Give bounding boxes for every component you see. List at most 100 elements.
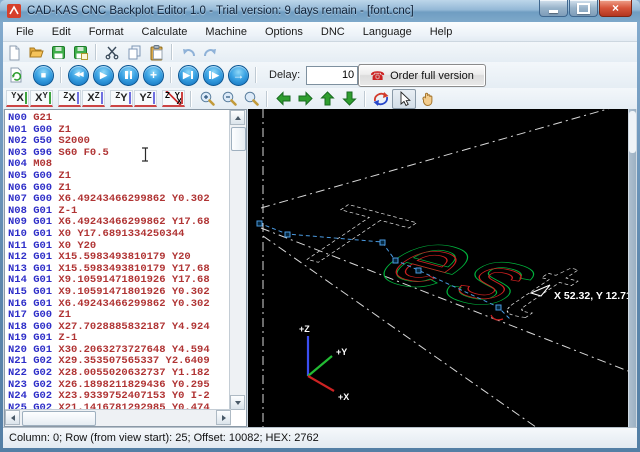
gcode-line[interactable]: N21 G02 X29.353507565337 Y2.6409 [8, 355, 229, 367]
editor-vertical-scrollbar[interactable] [229, 110, 246, 410]
view-zx-button[interactable]: ZX [58, 90, 81, 107]
gcode-line[interactable]: N07 G00 X6.49243466299862 Y0.302 [8, 193, 229, 205]
cut-button[interactable] [101, 43, 123, 61]
select-pointer-button[interactable] [392, 88, 416, 109]
horizontal-scroll-thumb[interactable] [22, 411, 96, 426]
pause-icon [125, 71, 128, 79]
menu-calculate[interactable]: Calculate [133, 24, 197, 40]
status-text: Column: 0; Row (from view start): 25; Of… [9, 432, 319, 444]
gcode-text-area[interactable]: N00 G21 N01 G00 Z1 N02 G50 S2000 N03 G96 S6… [8, 112, 229, 409]
gcode-line[interactable]: N10 G01 X0 Y17.6891334250344 [8, 228, 229, 240]
new-file-button[interactable] [3, 43, 25, 61]
save-file-button[interactable] [47, 43, 69, 61]
pan-up-button[interactable] [316, 90, 338, 108]
view-yx-button[interactable]: YX [6, 90, 29, 107]
gcode-line[interactable]: N18 G00 X27.7028885832187 Y4.924 [8, 321, 229, 333]
scroll-right-button[interactable] [216, 410, 231, 425]
scroll-down-button[interactable] [230, 395, 245, 410]
playback-toolbar: ■ ◀◀ ▶ + ▶ ▶ → Delay: ☎ Order full versi… [3, 62, 637, 88]
gcode-line[interactable]: N16 G01 X6.49243466299862 Y0.302 [8, 298, 229, 310]
gcode-line[interactable]: N12 G01 X15.5983493810179 Y20 [8, 251, 229, 263]
skip-to-end-button[interactable]: ▶ [178, 64, 199, 86]
pan-right-button[interactable] [294, 90, 316, 108]
gcode-line[interactable]: N05 G00 Z1 [8, 170, 229, 182]
viewport-scrollbar[interactable] [629, 109, 636, 428]
view-xy-button[interactable]: XY [30, 90, 53, 107]
maximize-button[interactable] [569, 0, 598, 17]
pause-button[interactable] [118, 64, 139, 86]
rewind-button[interactable]: ◀◀ [68, 64, 89, 86]
gcode-line[interactable]: N08 G01 Z-1 [8, 205, 229, 217]
gcode-line[interactable]: N22 G02 X28.0055020632737 Y1.182 [8, 367, 229, 379]
axis-label-y: +Y [336, 347, 347, 357]
menu-language[interactable]: Language [354, 24, 421, 40]
gcode-line[interactable]: N24 G02 X23.9339752407153 Y0 I-2 [8, 390, 229, 402]
gcode-editor[interactable]: N00 G21 N01 G00 Z1 N02 G50 S2000 N03 G96 S6… [4, 109, 247, 427]
forward-button[interactable]: → [228, 64, 249, 86]
path-node-square [284, 231, 291, 238]
pan-left-button[interactable] [272, 90, 294, 108]
gcode-line[interactable]: N19 G01 Z-1 [8, 332, 229, 344]
zoom-in-button[interactable] [196, 90, 218, 108]
play-button[interactable]: ▶ [93, 64, 114, 86]
title-bar[interactable]: CAD-KAS CNC Backplot Editor 1.0 - Trial … [0, 0, 640, 22]
pan-hand-button[interactable] [416, 90, 438, 108]
add-button[interactable]: + [143, 64, 164, 86]
stop-button[interactable]: ■ [33, 64, 54, 86]
gcode-line[interactable]: N15 G01 X9.10591471801926 Y0.302 [8, 286, 229, 298]
menu-edit[interactable]: Edit [43, 24, 80, 40]
save-as-file-button[interactable] [69, 43, 91, 61]
view-3d-button[interactable]: ZYX [162, 90, 185, 107]
gcode-line[interactable]: N03 G96 S60 F0.5 [8, 147, 229, 159]
menu-dnc[interactable]: DNC [312, 24, 354, 40]
paste-button[interactable] [145, 43, 167, 61]
scroll-up-button[interactable] [230, 110, 245, 125]
gcode-line[interactable]: N01 G00 Z1 [8, 124, 229, 136]
file-toolbar [3, 42, 637, 62]
vertical-scroll-thumb[interactable] [231, 127, 246, 151]
copy-button[interactable] [123, 43, 145, 61]
close-button[interactable]: × [599, 0, 632, 17]
gcode-line[interactable]: N23 G02 X26.1898211829436 Y0.295 [8, 379, 229, 391]
zoom-out-button[interactable] [218, 90, 240, 108]
menu-format[interactable]: Format [80, 24, 133, 40]
view-zy-button[interactable]: ZY [110, 90, 133, 107]
gcode-line[interactable]: N09 G01 X6.49243466299862 Y17.68 [8, 216, 229, 228]
hand-icon [421, 92, 432, 107]
gcode-line[interactable]: N06 G00 Z1 [8, 182, 229, 194]
viewport-scroll-thumb[interactable] [629, 111, 636, 153]
editor-horizontal-scrollbar[interactable] [5, 409, 231, 426]
gcode-line[interactable]: N04 M08 [8, 158, 229, 170]
delay-input[interactable] [306, 65, 359, 85]
menu-machine[interactable]: Machine [196, 24, 256, 40]
order-full-version-button[interactable]: ☎ Order full version [358, 64, 486, 87]
zoom-out-icon [222, 91, 237, 106]
recalculate-button[interactable] [5, 66, 27, 84]
menu-file[interactable]: File [7, 24, 43, 40]
gcode-line[interactable]: N17 G00 Z1 [8, 309, 229, 321]
gcode-line[interactable]: N13 G01 X15.5983493810179 Y17.68 [8, 263, 229, 275]
step-forward-button[interactable]: ▶ [203, 64, 224, 86]
zoom-in-icon [200, 91, 215, 106]
gcode-line[interactable]: N11 G01 X0 Y20 [8, 240, 229, 252]
undo-button[interactable] [177, 43, 199, 61]
gcode-line[interactable]: N14 G01 X9.10591471801926 Y17.68 [8, 274, 229, 286]
gcode-line[interactable]: N00 G21 [8, 112, 229, 124]
gcode-line[interactable]: N02 G50 S2000 [8, 135, 229, 147]
minimize-button[interactable] [539, 0, 568, 17]
menu-help[interactable]: Help [421, 24, 462, 40]
view-yz-button[interactable]: YZ [134, 90, 157, 107]
view-toolbar: YXXY ZXXZ ZYYZ ZYX [3, 88, 637, 110]
redo-button[interactable] [199, 43, 221, 61]
menu-options[interactable]: Options [256, 24, 312, 40]
scroll-left-button[interactable] [5, 410, 20, 425]
backplot-viewport[interactable]: T e s t e s +Z +Y +X X 52.32, Y 12.71 [248, 103, 632, 440]
open-file-button[interactable] [25, 43, 47, 61]
zoom-window-button[interactable] [240, 90, 262, 108]
rotate-view-button[interactable] [370, 90, 392, 108]
gcode-line[interactable]: N25 G02 X21.1416781292985 Y0.474 [8, 402, 229, 409]
view-xz-button[interactable]: XZ [82, 90, 105, 107]
toolbar-separator [95, 44, 97, 60]
gcode-line[interactable]: N20 G01 X30.2063273727648 Y4.594 [8, 344, 229, 356]
pan-down-button[interactable] [338, 90, 360, 108]
